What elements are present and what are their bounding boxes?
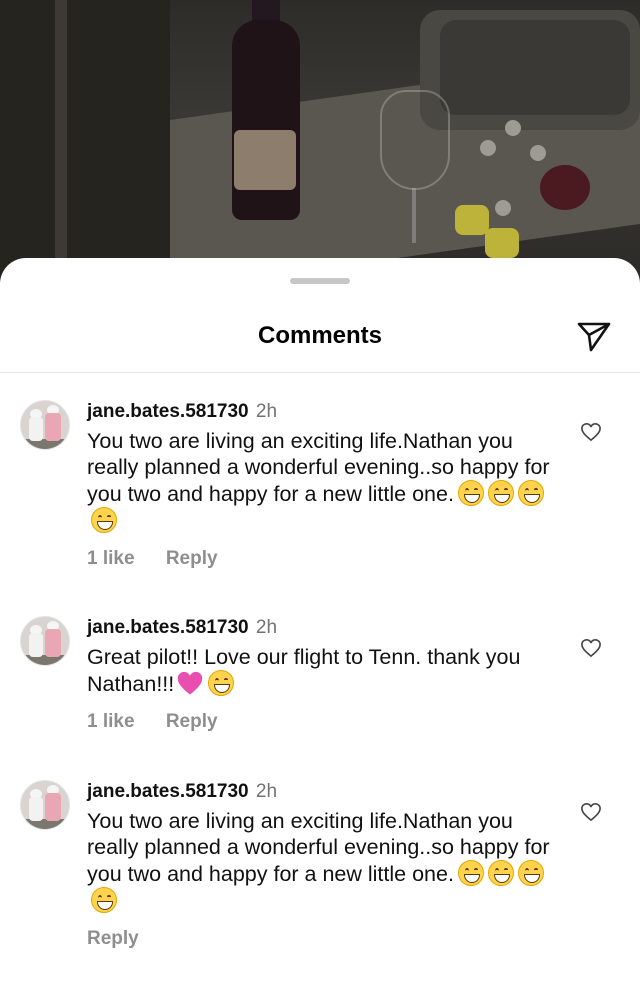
reply-button[interactable]: Reply	[87, 928, 139, 950]
comment-username[interactable]: jane.bates.581730	[87, 401, 249, 422]
grinning-face-icon	[91, 507, 117, 533]
like-count[interactable]: 1 like	[87, 711, 135, 733]
avatar[interactable]	[20, 780, 70, 830]
like-heart-icon[interactable]	[580, 638, 602, 658]
share-button[interactable]	[574, 318, 614, 354]
grinning-face-icon	[517, 860, 544, 886]
comment-timestamp: 2h	[255, 781, 278, 802]
avatar[interactable]	[20, 616, 70, 666]
comments-sheet: Comments jane.bates.581730 2h You two ar…	[0, 258, 640, 995]
grinning-face-icon	[457, 480, 484, 506]
comment-username[interactable]: jane.bates.581730	[87, 781, 249, 802]
like-count[interactable]: 1 like	[87, 548, 135, 570]
comment-text: You two are living an exciting life.Nath…	[87, 808, 567, 914]
grinning-face-icon	[487, 860, 514, 886]
grinning-face-icon	[457, 860, 484, 886]
reply-button[interactable]: Reply	[166, 548, 218, 570]
grinning-face-icon	[487, 480, 514, 506]
comment-text: You two are living an exciting life.Nath…	[87, 428, 567, 534]
like-heart-icon[interactable]	[580, 422, 602, 442]
avatar[interactable]	[20, 400, 70, 450]
comment-timestamp: 2h	[255, 401, 278, 422]
grinning-face-icon	[208, 670, 235, 696]
background-photo	[0, 0, 640, 290]
like-heart-icon[interactable]	[580, 802, 602, 822]
sheet-grabber[interactable]	[290, 278, 350, 284]
grinning-face-icon	[91, 887, 117, 913]
reply-button[interactable]: Reply	[166, 711, 218, 733]
sheet-title: Comments	[257, 322, 383, 349]
paper-plane-icon	[577, 322, 611, 352]
pink-heart-icon	[178, 671, 203, 695]
comment-text: Great pilot!! Love our flight to Tenn. t…	[87, 645, 521, 696]
comment-timestamp: 2h	[255, 617, 278, 638]
grinning-face-icon	[517, 480, 544, 506]
header-divider	[0, 372, 640, 373]
comment-username[interactable]: jane.bates.581730	[87, 617, 249, 638]
